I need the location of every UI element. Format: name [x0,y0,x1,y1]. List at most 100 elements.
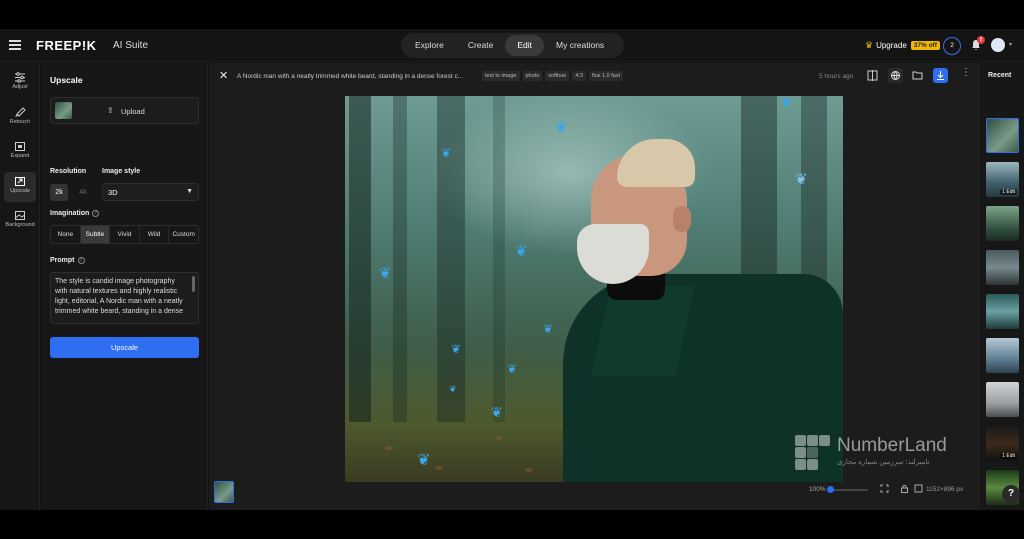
leaf [385,446,393,450]
background-icon [15,211,25,220]
zoom-level: 100% [809,486,826,493]
prompt-scrollbar[interactable] [192,276,195,292]
image-style-label: Image style [102,168,141,175]
image-style-select[interactable]: 3D ▼ [102,183,199,201]
tool-label: Upscale [10,188,30,194]
upload-button[interactable]: ⇪ Upload [50,97,199,124]
tree [437,96,465,422]
fit-screen-icon[interactable] [880,484,889,493]
tool-expand[interactable]: Expand [4,137,36,167]
tool-retouch[interactable]: Retouch [4,103,36,133]
recent-thumbnail[interactable] [986,118,1019,153]
close-icon[interactable]: ✕ [219,69,228,82]
panel-title: Upscale [50,75,83,85]
tool-adjust[interactable]: Adjust [4,68,36,98]
upload-label: Upload [121,107,145,116]
tree [493,96,505,422]
tree [349,96,371,422]
recent-thumbnail[interactable] [986,382,1019,417]
tool-label: Expand [10,153,30,159]
lock-icon[interactable] [900,484,909,493]
recent-thumbnail[interactable] [986,250,1019,285]
tag[interactable]: text to image [482,71,520,81]
menu-icon[interactable] [9,40,21,50]
recent-panel: Recent 1 Edit 1 Edit [978,63,1024,510]
zoom-handle[interactable] [827,486,834,493]
screen-frame: FREEP!K AI Suite Explore Create Edit My … [0,0,1024,539]
resize-icon[interactable] [914,484,923,493]
tag[interactable]: 4:3 [572,71,586,81]
compare-icon[interactable] [865,68,880,83]
more-options-icon[interactable]: ⋮ [961,68,971,78]
image-dimensions: 1152×896 px [926,486,964,493]
expand-icon [15,142,25,151]
credits-counter[interactable]: 2 [943,37,961,55]
resolution-2k[interactable]: 2k [50,184,68,201]
leaf [435,466,443,470]
nav-explore[interactable]: Explore [403,35,456,56]
upscale-panel: Upscale ⇪ Upload Resolution 2k 4k Image … [41,63,208,510]
source-thumbnail [55,102,72,119]
imagination-subtle[interactable]: Subtle [80,226,111,243]
tag[interactable]: softhue [545,71,570,81]
info-icon[interactable]: ? [92,210,100,217]
hair [617,139,695,187]
tool-label: Adjust [12,84,28,90]
watermark-subtitle: نامبرلند؛ سرزمین شماره مجازی [837,459,930,466]
butterfly-icon: ❦ [379,265,392,282]
generated-image[interactable]: ❦ ❦ ❦ ❦ ❦ ❦ ❦ ❦ ❦ ❦ ❦ ❦ [345,96,843,482]
imagination-label: Imagination [50,210,90,217]
prompt-label-row: Prompt? [50,257,85,264]
brush-icon [15,107,26,117]
avatar[interactable] [991,38,1005,52]
globe-icon[interactable] [888,68,903,83]
tool-upscale[interactable]: Upscale [4,172,36,202]
leaf [525,468,533,472]
tool-background[interactable]: Background [4,206,36,236]
butterfly-icon: ❦ [515,243,528,260]
upload-icon: ⇪ [107,106,114,115]
butterfly-icon: ❦ [781,96,793,110]
butterfly-icon: ❦ [449,384,457,394]
imagination-none[interactable]: None [51,226,81,243]
recent-thumbnail[interactable]: 1 Edit [986,426,1019,461]
resolution-4k[interactable]: 4k [74,184,92,201]
tree [393,96,407,422]
recent-thumbnail[interactable] [986,294,1019,329]
prompt-label: Prompt [50,257,75,264]
nav-my-creations[interactable]: My creations [544,35,616,56]
recent-thumbnail[interactable] [986,206,1019,241]
upgrade-label: Upgrade [876,41,907,50]
butterfly-icon: ❦ [491,404,503,420]
imagination-vivid[interactable]: Vivid [110,226,140,243]
discount-badge: 37% off [910,41,940,50]
upgrade-button[interactable]: ♛ Upgrade 37% off [865,40,940,51]
notification-badge: 8 [977,36,985,44]
prompt-textarea[interactable]: The style is candid image photography wi… [50,272,199,324]
imagination-wild[interactable]: Wild [140,226,170,243]
zoom-slider[interactable] [827,486,868,493]
recent-thumbnail[interactable] [986,338,1019,373]
folder-icon[interactable] [910,68,925,83]
tag[interactable]: photo [522,71,543,81]
main-nav: Explore Create Edit My creations [401,33,624,58]
result-thumbnail[interactable] [214,481,234,503]
ear [673,206,691,232]
info-icon[interactable]: ? [77,257,85,264]
image-title: A Nordic man with a neatly trimmed white… [237,73,464,80]
help-button[interactable]: ? [1002,485,1020,503]
chevron-down-icon[interactable]: ▾ [1009,41,1012,48]
leaf [495,436,503,440]
tool-label: Retouch [9,119,31,125]
imagination-custom[interactable]: Custom [169,226,198,243]
nav-edit[interactable]: Edit [505,35,544,56]
recent-thumbnail[interactable]: 1 Edit [986,162,1019,197]
freepik-logo[interactable]: FREEP!K [36,38,97,53]
caret-down-icon: ▼ [186,188,193,195]
tag[interactable]: flux 1.0 fast [588,71,624,81]
sliders-icon [15,72,25,83]
upscale-button[interactable]: Upscale [50,337,199,358]
download-icon[interactable] [933,68,948,83]
nav-create[interactable]: Create [456,35,506,56]
watermark-name: NumberLand [837,435,947,456]
